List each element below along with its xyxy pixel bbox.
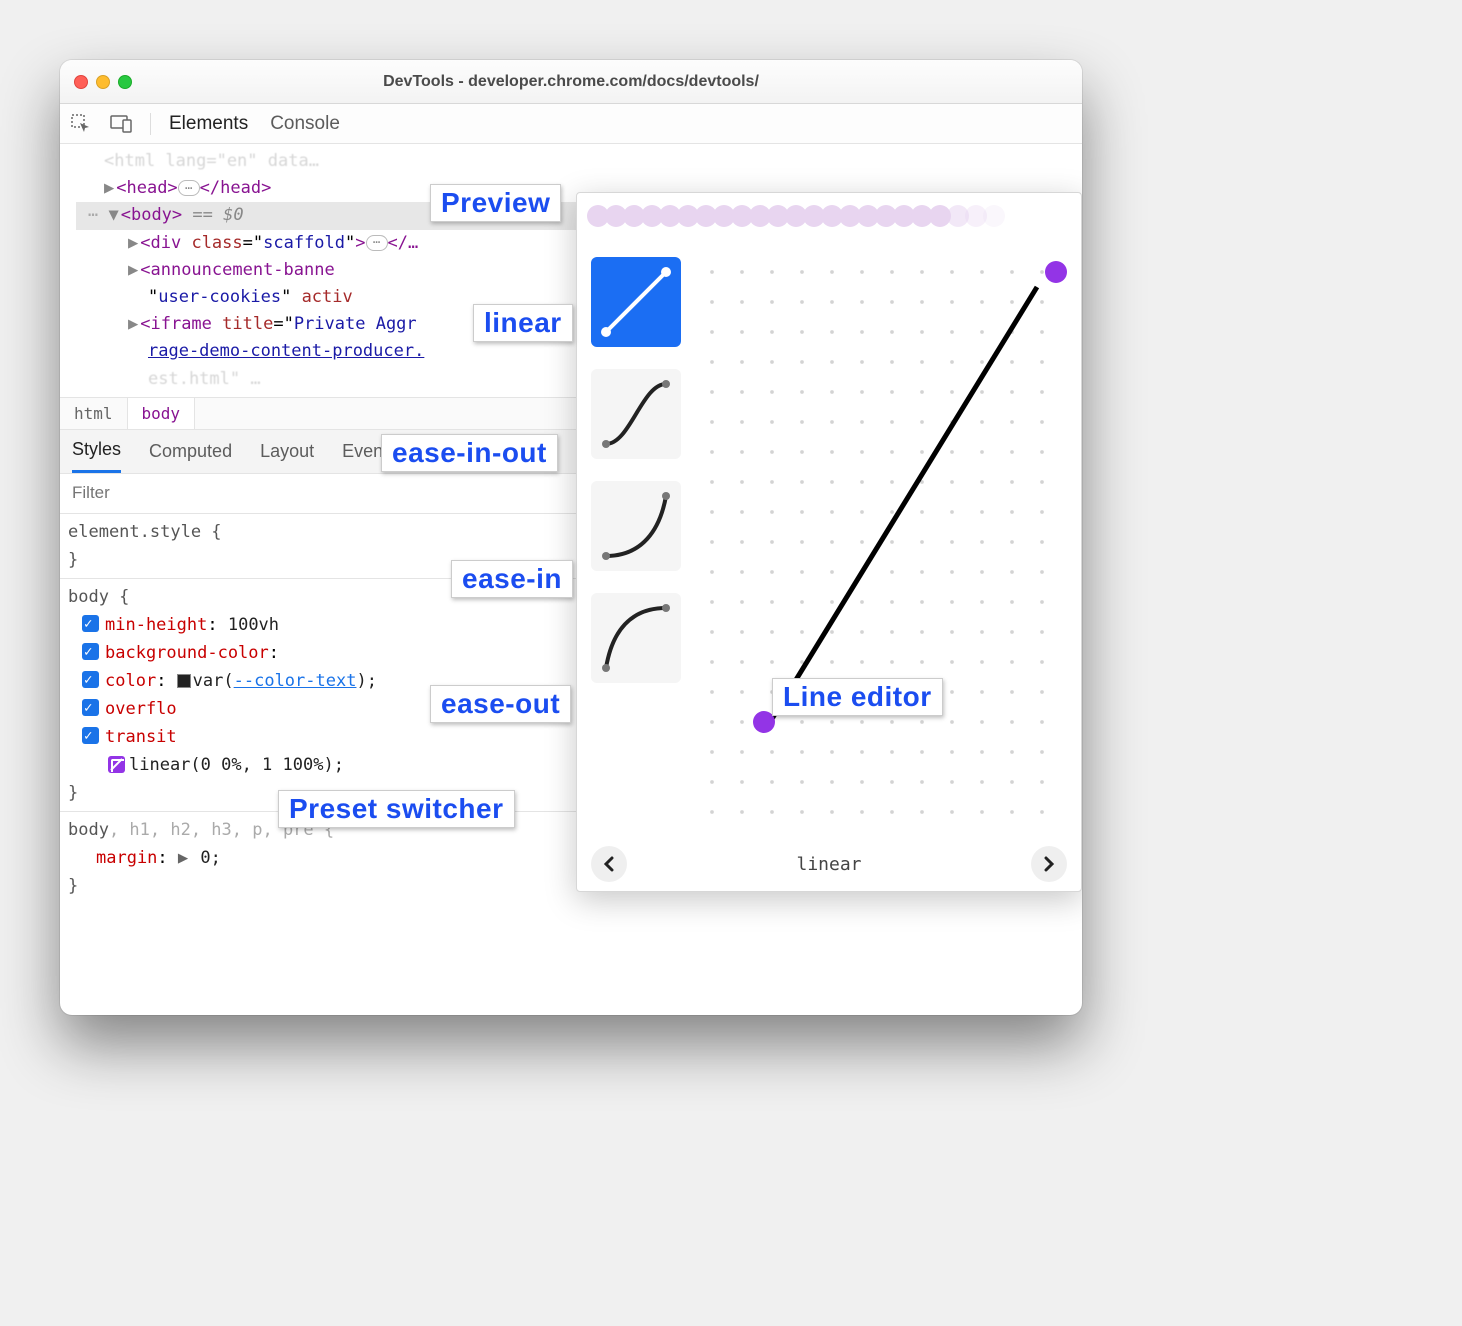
easing-presets [577, 239, 687, 837]
tab-elements[interactable]: Elements [169, 113, 248, 135]
annotation-line-editor: Line editor [772, 678, 943, 716]
subtab-computed[interactable]: Computed [149, 441, 232, 462]
subtab-styles[interactable]: Styles [72, 430, 121, 473]
traffic-lights [60, 75, 132, 89]
preset-ease-out[interactable] [591, 593, 681, 683]
checkbox-icon[interactable] [82, 699, 99, 716]
tab-console[interactable]: Console [270, 113, 340, 135]
annotation-ease-out: ease-out [430, 685, 571, 723]
expand-shorthand-icon[interactable]: ▶ [178, 848, 188, 868]
window-title: DevTools - developer.chrome.com/docs/dev… [60, 73, 1082, 91]
breadcrumb-body[interactable]: body [127, 398, 196, 429]
collapse-icon[interactable]: ▼ [108, 205, 118, 225]
preset-linear[interactable] [591, 257, 681, 347]
device-toolbar-icon[interactable] [110, 113, 132, 135]
preset-prev-button[interactable] [591, 846, 627, 882]
checkbox-icon[interactable] [82, 671, 99, 688]
preset-ease-in-out[interactable] [591, 369, 681, 459]
panel-tabs: Elements Console [169, 113, 340, 135]
preset-ease-in[interactable] [591, 481, 681, 571]
expand-icon[interactable]: ▶ [128, 233, 138, 253]
breadcrumb-html[interactable]: html [60, 398, 127, 429]
close-window-icon[interactable] [74, 75, 88, 89]
annotation-ease-in: ease-in [451, 560, 573, 598]
toolbar-divider [150, 113, 151, 135]
annotation-linear: linear [473, 304, 573, 342]
preset-switcher: linear [577, 837, 1081, 891]
easing-swatch-icon[interactable] [108, 756, 125, 773]
preset-next-button[interactable] [1031, 846, 1067, 882]
easing-body [577, 239, 1081, 837]
zoom-window-icon[interactable] [118, 75, 132, 89]
expand-icon[interactable]: ▶ [128, 260, 138, 280]
easing-preview-strip [577, 193, 1081, 239]
subtab-events[interactable]: Even [342, 441, 383, 462]
easing-curve-line [697, 257, 1057, 817]
annotation-preset-switcher: Preset switcher [278, 790, 515, 828]
curve-handle-end[interactable] [1045, 261, 1067, 283]
expand-icon[interactable]: ▶ [104, 178, 114, 198]
easing-editor-popup: linear [576, 192, 1082, 892]
minimize-window-icon[interactable] [96, 75, 110, 89]
subtab-layout[interactable]: Layout [260, 441, 314, 462]
annotation-preview: Preview [430, 184, 561, 222]
ellipsis-icon[interactable]: ⋯ [366, 235, 388, 251]
devtools-window: DevTools - developer.chrome.com/docs/dev… [60, 60, 1082, 1015]
inspect-element-icon[interactable] [70, 113, 92, 135]
titlebar: DevTools - developer.chrome.com/docs/dev… [60, 60, 1082, 104]
ellipsis-icon[interactable]: ⋯ [178, 180, 200, 196]
dom-line[interactable]: <html lang="en" data… [76, 148, 1082, 175]
easing-curve-editor[interactable] [687, 239, 1081, 837]
devtools-toolbar: Elements Console [60, 104, 1082, 144]
checkbox-icon[interactable] [82, 615, 99, 632]
checkbox-icon[interactable] [82, 727, 99, 744]
annotation-ease-in-out: ease-in-out [381, 434, 558, 472]
preset-current-label: linear [796, 854, 861, 875]
checkbox-icon[interactable] [82, 643, 99, 660]
color-swatch-icon[interactable] [177, 674, 191, 688]
dom-gutter-dots: ⋯ [88, 205, 108, 225]
expand-icon[interactable]: ▶ [128, 314, 138, 334]
